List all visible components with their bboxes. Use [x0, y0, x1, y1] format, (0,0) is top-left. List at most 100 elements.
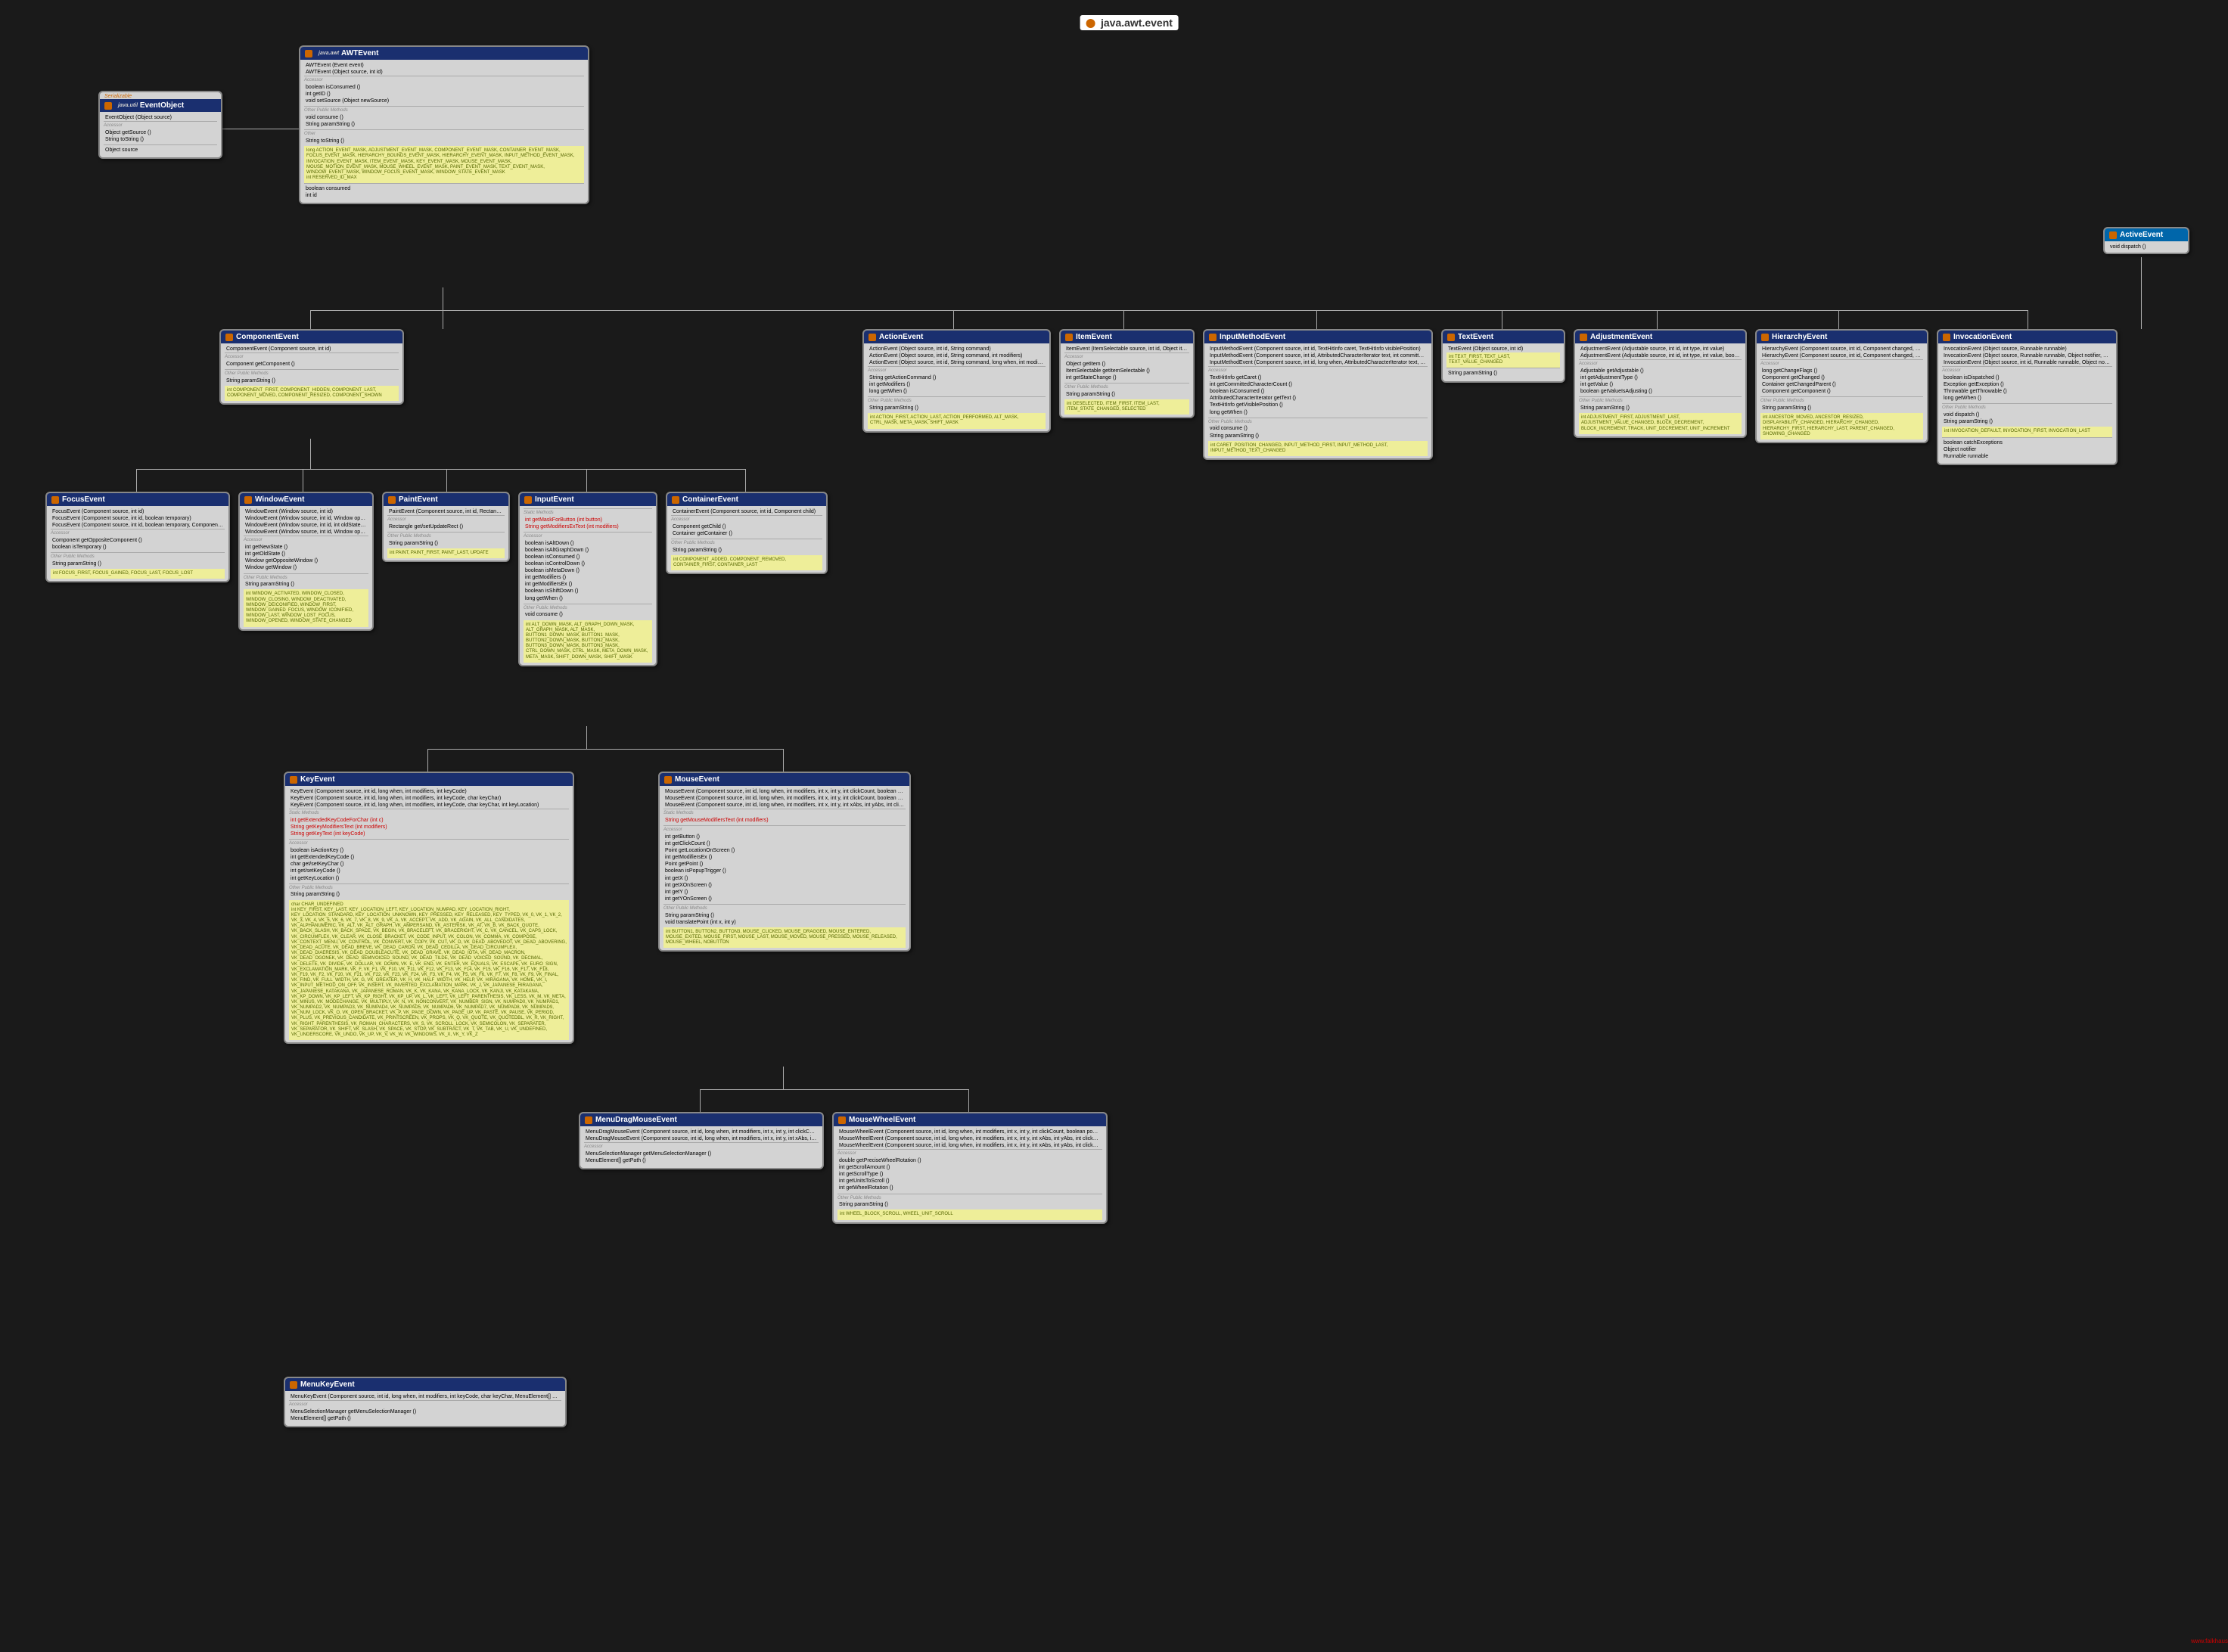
method: Throwable getThrowable (): [1942, 388, 2112, 395]
static-fields: int COMPONENT_FIRST, COMPONENT_HIDDEN, C…: [225, 386, 399, 401]
method: int getModifiersEx (): [524, 581, 652, 588]
footer-link[interactable]: www.falkhausen.de: [2191, 1638, 2228, 1644]
class-icon: [225, 334, 233, 341]
class-paintevent: PaintEvent PaintEvent (Component source,…: [382, 492, 510, 562]
class-hierarchyevent: HierarchyEvent HierarchyEvent (Component…: [1755, 329, 1928, 443]
method: int getCommittedCharacterCount (): [1208, 381, 1428, 388]
constructor: ActionEvent (Object source, int id, Stri…: [868, 352, 1046, 359]
method: int getModifiers (): [524, 574, 652, 581]
class-icon: [1447, 334, 1455, 341]
static-fields: int FOCUS_FIRST, FOCUS_GAINED, FOCUS_LAS…: [51, 569, 225, 579]
method: String paramString (): [289, 891, 569, 898]
method: String paramString (): [1446, 370, 1560, 377]
method: int getKeyLocation (): [289, 875, 569, 882]
method: String paramString (): [1208, 433, 1428, 439]
static-fields: int ALT_DOWN_MASK, ALT_GRAPH_DOWN_MASK, …: [524, 620, 652, 663]
method: String paramString (): [51, 560, 225, 567]
method: String paramString (): [244, 581, 368, 588]
method: String toString (): [304, 138, 584, 144]
method: void translatePoint (int x, int y): [663, 919, 906, 926]
method: boolean getValueIsAdjusting (): [1579, 388, 1742, 395]
method: Object getSource (): [104, 129, 217, 136]
class-awtevent: java.awt AWTEvent AWTEvent (Event event)…: [299, 45, 589, 204]
method: void consume (): [1208, 425, 1428, 432]
method: int getOldState (): [244, 551, 368, 557]
method: int getUnitsToScroll (): [837, 1178, 1102, 1185]
constructor: WindowEvent (Window source, int id, Wind…: [244, 515, 368, 522]
method: void consume (): [524, 611, 652, 618]
method: boolean isDispatched (): [1942, 374, 2112, 381]
method: boolean isConsumed (): [1208, 388, 1428, 395]
method: boolean isPopupTrigger (): [663, 868, 906, 874]
static-fields: int PAINT, PAINT_FIRST, PAINT_LAST, UPDA…: [387, 548, 505, 558]
method: Component getChild (): [671, 523, 822, 530]
method: String paramString (): [1760, 405, 1923, 411]
method: long getWhen (): [524, 595, 652, 602]
method: int getStateChange (): [1064, 374, 1189, 381]
method: String getKeyModifiersText (int modifier…: [289, 824, 569, 831]
constructor: MouseEvent (Component source, int id, lo…: [663, 788, 906, 795]
constructor: AdjustmentEvent (Adjustable source, int …: [1579, 352, 1742, 359]
field: Object source: [104, 147, 217, 154]
method: String getKeyText (int keyCode): [289, 831, 569, 837]
connector: [783, 1067, 784, 1089]
class-icon: [1943, 334, 1950, 341]
class-mouseevent: MouseEvent MouseEvent (Component source,…: [658, 772, 911, 952]
class-icon: [1065, 334, 1073, 341]
method: int getExtendedKeyCodeForChar (int c): [289, 817, 569, 824]
connector: [953, 310, 954, 329]
method: String paramString (): [1064, 391, 1189, 398]
method: boolean isTemporary (): [51, 544, 225, 551]
connector: [586, 726, 587, 749]
static-fields: int BUTTON1, BUTTON2, BUTTON3, MOUSE_CLI…: [663, 927, 906, 949]
method: Component getChanged (): [1760, 374, 1923, 381]
static-fields: int WINDOW_ACTIVATED, WINDOW_CLOSED, WIN…: [244, 589, 368, 626]
method: String paramString (): [225, 377, 399, 384]
method: int getAdjustmentType (): [1579, 374, 1742, 381]
method: Adjustable getAdjustable (): [1579, 368, 1742, 374]
connector: [586, 469, 587, 492]
constructor: MouseWheelEvent (Component source, int i…: [837, 1135, 1102, 1142]
method: int getX (): [663, 875, 906, 882]
constructor: MenuKeyEvent (Component source, int id, …: [289, 1393, 561, 1400]
connector: [700, 1089, 968, 1090]
field: Runnable runnable: [1942, 453, 2112, 460]
class-icon: [290, 1381, 297, 1389]
method: Rectangle get/setUpdateRect (): [387, 523, 505, 530]
method: int getScrollAmount (): [837, 1164, 1102, 1171]
method: int get/setKeyCode (): [289, 868, 569, 874]
method: String toString (): [104, 136, 217, 143]
method: TextHitInfo getVisiblePosition (): [1208, 402, 1428, 408]
method: long getWhen (): [1942, 395, 2112, 402]
method: MenuSelectionManager getMenuSelectionMan…: [584, 1150, 819, 1157]
class-menukeyevent: MenuKeyEvent MenuKeyEvent (Component sou…: [284, 1377, 567, 1427]
connector: [136, 469, 745, 470]
constructor: WindowEvent (Window source, int id): [244, 508, 368, 515]
method: int getID (): [304, 91, 584, 98]
method: boolean isConsumed (): [304, 84, 584, 91]
method: double getPreciseWheelRotation (): [837, 1157, 1102, 1164]
connector: [310, 439, 311, 469]
constructor: HierarchyEvent (Component source, int id…: [1760, 352, 1923, 359]
connector: [1123, 310, 1124, 329]
method: Window getWindow (): [244, 564, 368, 571]
class-windowevent: WindowEvent WindowEvent (Window source, …: [238, 492, 374, 631]
method: boolean isAltGraphDown (): [524, 547, 652, 554]
method: String getActionCommand (): [868, 374, 1046, 381]
method: int getModifiers (): [868, 381, 1046, 388]
class-inputmethodevent: InputMethodEvent InputMethodEvent (Compo…: [1203, 329, 1433, 460]
method: int getXOnScreen (): [663, 882, 906, 889]
class-inputevent: InputEvent Static Methods int getMaskFor…: [518, 492, 657, 666]
class-icon: [51, 496, 59, 504]
connector: [968, 1089, 969, 1112]
method: int getValue (): [1579, 381, 1742, 388]
class-focusevent: FocusEvent FocusEvent (Component source,…: [45, 492, 230, 582]
constructor: HierarchyEvent (Component source, int id…: [1760, 346, 1923, 352]
constructor: KeyEvent (Component source, int id, long…: [289, 795, 569, 802]
class-eventobject: Serializable java.util EventObject Event…: [98, 91, 222, 159]
constructor: MenuDragMouseEvent (Component source, in…: [584, 1129, 819, 1135]
constructor: ActionEvent (Object source, int id, Stri…: [868, 359, 1046, 366]
static-fields: int DESELECTED, ITEM_FIRST, ITEM_LAST, I…: [1064, 399, 1189, 415]
class-icon: [869, 334, 876, 341]
method: long getWhen (): [1208, 409, 1428, 416]
